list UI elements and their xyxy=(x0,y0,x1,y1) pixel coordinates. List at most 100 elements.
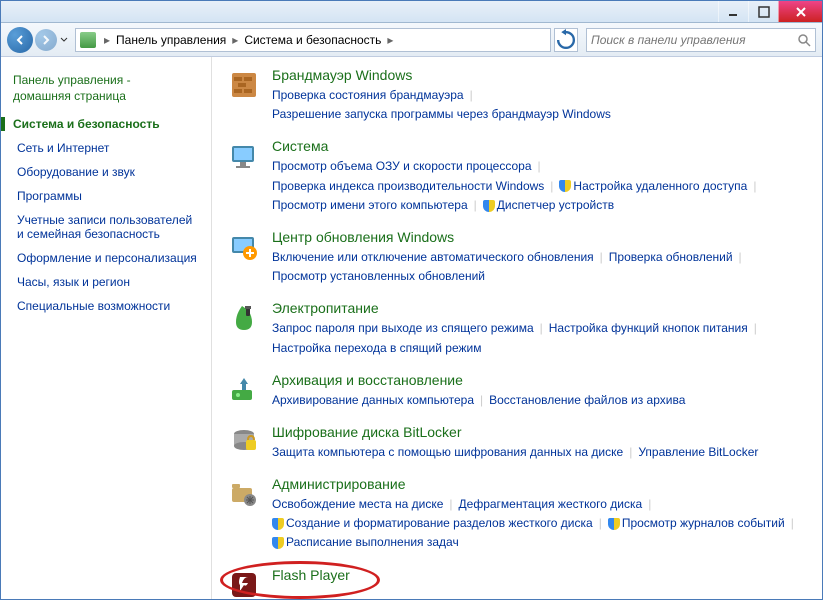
category: Администрирование Освобождение места на д… xyxy=(226,476,804,553)
breadcrumb-current[interactable]: Система и безопасность xyxy=(240,33,385,47)
chevron-right-icon[interactable]: ▸ xyxy=(385,33,395,47)
search-input[interactable] xyxy=(591,33,797,47)
search-box[interactable] xyxy=(586,28,816,52)
category-links: Архивирование данных компьютера | Восстано… xyxy=(272,391,804,410)
maximize-button[interactable] xyxy=(748,1,778,22)
chevron-right-icon[interactable]: ▸ xyxy=(230,33,240,47)
breadcrumb-root[interactable]: Панель управления xyxy=(112,33,230,47)
nav-buttons xyxy=(7,27,71,53)
content-area: Панель управления - домашняя страница Си… xyxy=(1,57,822,599)
category-link[interactable]: Архивирование данных компьютера xyxy=(272,391,474,410)
category-link[interactable]: Проверка обновлений xyxy=(609,248,733,267)
category-body: Администрирование Освобождение места на д… xyxy=(272,476,804,553)
sidebar-link[interactable]: Оформление и персонализация xyxy=(17,251,199,265)
category-links: Защита компьютера с помощью шифрования д… xyxy=(272,443,804,462)
category-link[interactable]: Включение или отключение автоматического… xyxy=(272,248,594,267)
separator: | xyxy=(791,516,794,530)
category-body: Flash Player xyxy=(272,567,804,599)
category-title[interactable]: Брандмауэр Windows xyxy=(272,67,804,83)
category-link[interactable]: Расписание выполнения задач xyxy=(272,533,459,552)
system-icon xyxy=(226,138,262,174)
history-dropdown[interactable] xyxy=(57,29,71,51)
minimize-button[interactable] xyxy=(718,1,748,22)
separator: | xyxy=(753,179,756,193)
sidebar-link[interactable]: Часы, язык и регион xyxy=(17,275,199,289)
category-links: Проверка состояния брандмауэра | Разрешени… xyxy=(272,86,804,124)
sidebar-home[interactable]: Панель управления - xyxy=(13,73,199,87)
category-body: Система Просмотр объема ОЗУ и скорости пр… xyxy=(272,138,804,215)
main-panel: Брандмауэр Windows Проверка состояния бра… xyxy=(212,57,822,599)
address-bar[interactable]: ▸ Панель управления ▸ Система и безопасн… xyxy=(75,28,551,52)
sidebar-link[interactable]: Специальные возможности xyxy=(17,299,199,313)
category-title[interactable]: Шифрование диска BitLocker xyxy=(272,424,804,440)
category-link[interactable]: Дефрагментация жесткого диска xyxy=(459,495,643,514)
category-links: Освобождение места на диске | Дефрагментац… xyxy=(272,495,804,553)
category: Центр обновления Windows Включение или от… xyxy=(226,229,804,286)
category-link[interactable]: Диспетчер устройств xyxy=(483,196,614,215)
category-title[interactable]: Центр обновления Windows xyxy=(272,229,804,245)
separator: | xyxy=(550,179,553,193)
bitlocker-icon xyxy=(226,424,262,460)
separator: | xyxy=(540,321,543,335)
category-link[interactable]: Разрешение запуска программы через бранд… xyxy=(272,105,611,124)
category-body: Электропитание Запрос пароля при выходе и… xyxy=(272,300,804,357)
separator: | xyxy=(538,159,541,173)
category: Брандмауэр Windows Проверка состояния бра… xyxy=(226,67,804,124)
separator: | xyxy=(480,393,483,407)
separator: | xyxy=(739,250,742,264)
category-title[interactable]: Система xyxy=(272,138,804,154)
category-link[interactable]: Освобождение места на диске xyxy=(272,495,443,514)
separator: | xyxy=(599,516,602,530)
forward-button[interactable] xyxy=(35,29,57,51)
separator: | xyxy=(629,445,632,459)
category-link[interactable]: Создание и форматирование разделов жестк… xyxy=(272,514,593,533)
separator: | xyxy=(470,88,473,102)
category-link[interactable]: Настройка функций кнопок питания xyxy=(549,319,748,338)
sidebar-current-category[interactable]: Система и безопасность xyxy=(1,117,199,131)
separator: | xyxy=(600,250,603,264)
category-title[interactable]: Электропитание xyxy=(272,300,804,316)
category-link[interactable]: Просмотр имени этого компьютера xyxy=(272,196,468,215)
category-link[interactable]: Запрос пароля при выходе из спящего режи… xyxy=(272,319,534,338)
category-link[interactable]: Управление BitLocker xyxy=(638,443,758,462)
category-links: Запрос пароля при выходе из спящего режи… xyxy=(272,319,804,357)
sidebar-link[interactable]: Оборудование и звук xyxy=(17,165,199,179)
power-icon xyxy=(226,300,262,336)
category-body: Центр обновления Windows Включение или от… xyxy=(272,229,804,286)
sidebar-link[interactable]: Учетные записи пользователей и семейная … xyxy=(17,213,199,241)
category-title[interactable]: Архивация и восстановление xyxy=(272,372,804,388)
category-link[interactable]: Просмотр журналов событий xyxy=(608,514,785,533)
chevron-right-icon[interactable]: ▸ xyxy=(102,33,112,47)
control-panel-window: ▸ Панель управления ▸ Система и безопасн… xyxy=(0,0,823,600)
category-title[interactable]: Flash Player xyxy=(272,567,804,583)
flash-icon xyxy=(226,567,262,599)
sidebar-home-line2[interactable]: домашняя страница xyxy=(13,89,199,103)
category-body: Брандмауэр Windows Проверка состояния бра… xyxy=(272,67,804,124)
category-link[interactable]: Проверка состояния брандмауэра xyxy=(272,86,464,105)
sidebar: Панель управления - домашняя страница Си… xyxy=(1,57,211,599)
category-link[interactable]: Проверка индекса производительности Wind… xyxy=(272,177,544,196)
separator: | xyxy=(474,198,477,212)
category-link[interactable]: Просмотр объема ОЗУ и скорости процессор… xyxy=(272,157,532,176)
control-panel-icon xyxy=(80,32,96,48)
category: Электропитание Запрос пароля при выходе и… xyxy=(226,300,804,357)
separator: | xyxy=(449,497,452,511)
back-button[interactable] xyxy=(7,27,33,53)
category: Архивация и восстановление Архивирование … xyxy=(226,372,804,410)
close-button[interactable] xyxy=(778,1,822,22)
category-body: Шифрование диска BitLocker Защита компьют… xyxy=(272,424,804,462)
category-link[interactable]: Настройка удаленного доступа xyxy=(559,177,747,196)
refresh-button[interactable] xyxy=(554,28,578,52)
category-link[interactable]: Защита компьютера с помощью шифрования д… xyxy=(272,443,623,462)
category-title[interactable]: Администрирование xyxy=(272,476,804,492)
category-link[interactable]: Просмотр установленных обновлений xyxy=(272,267,485,286)
sidebar-link[interactable]: Сеть и Интернет xyxy=(17,141,199,155)
category: Flash Player xyxy=(226,567,804,599)
backup-icon xyxy=(226,372,262,408)
category-link[interactable]: Настройка перехода в спящий режим xyxy=(272,339,481,358)
category-link[interactable]: Восстановление файлов из архива xyxy=(489,391,685,410)
navbar: ▸ Панель управления ▸ Система и безопасн… xyxy=(1,23,822,57)
category: Шифрование диска BitLocker Защита компьют… xyxy=(226,424,804,462)
sidebar-link[interactable]: Программы xyxy=(17,189,199,203)
category-links: Включение или отключение автоматического… xyxy=(272,248,804,286)
